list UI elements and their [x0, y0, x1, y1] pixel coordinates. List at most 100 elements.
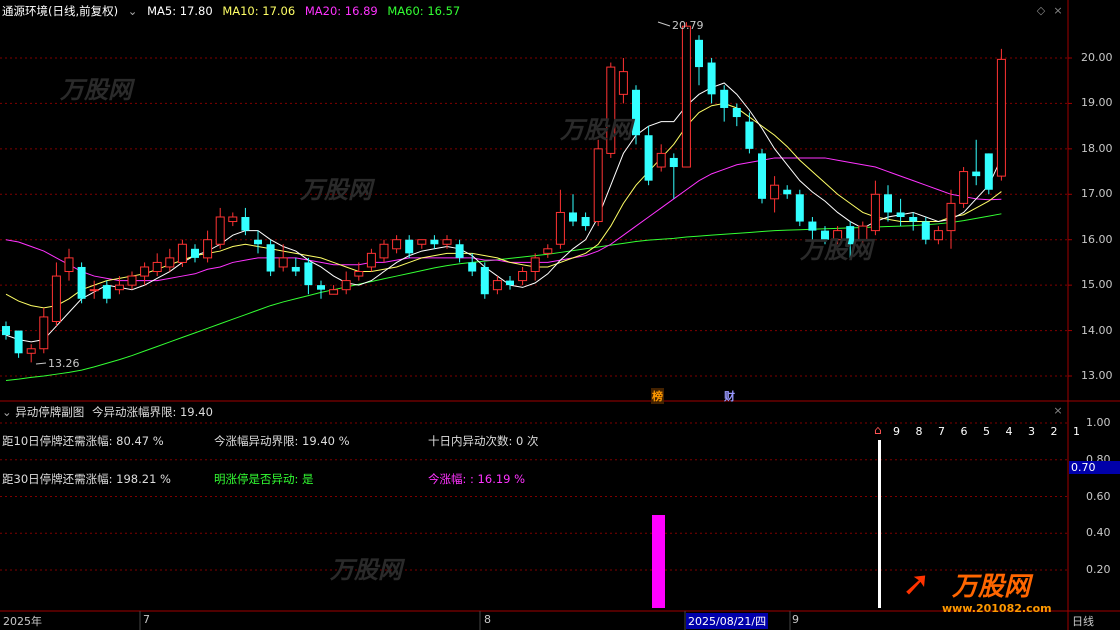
candle-body: [644, 135, 653, 181]
watermark: 万股网: [560, 116, 632, 144]
abnormal-bar: [652, 515, 665, 608]
price-axis-label: 16.00: [1081, 232, 1113, 246]
arrow-icon: ➚: [902, 564, 931, 604]
candle-body: [909, 217, 918, 222]
candle-body: [870, 193, 880, 232]
candle-body: [2, 326, 10, 336]
ma10-line: [5, 102, 1002, 309]
candle-body: [379, 243, 389, 259]
tomorrow-limit-abnormal: 明涨停是否异动: 是: [214, 472, 314, 486]
candle-body: [203, 239, 213, 259]
candle-body: [506, 280, 514, 286]
kline-chart-canvas[interactable]: [0, 0, 1120, 630]
candle-body: [254, 239, 262, 245]
watermark: 万股网: [330, 556, 402, 584]
sub-panel-title: 异动停牌副图: [15, 405, 85, 419]
need-rise-30: 距30日停牌还需涨幅: 198.21 %: [2, 472, 171, 486]
dropdown-icon[interactable]: ⌄: [128, 4, 138, 18]
sub-panel-header: ⌄ 异动停牌副图 今异动涨幅界限: 19.40: [2, 404, 213, 420]
candle-body: [228, 216, 238, 223]
watermark: 万股网: [60, 76, 132, 104]
candle-body: [455, 244, 464, 258]
date-month-9: 9: [792, 613, 799, 626]
candle-body: [656, 152, 666, 168]
collapse-icon[interactable]: ⌄: [2, 405, 12, 419]
candle-body: [795, 194, 804, 222]
need-rise-10: 距10日停牌还需涨幅: 80.47 %: [2, 434, 164, 448]
candle-body: [921, 221, 930, 240]
candle-body: [468, 262, 477, 272]
candle-body: [102, 285, 111, 299]
candle-body: [417, 239, 427, 245]
price-axis-label: 17.00: [1081, 187, 1113, 201]
candle-body: [39, 316, 49, 350]
candle-body: [291, 266, 300, 272]
brand-name: 万股网: [952, 572, 1031, 602]
ma20-label: MA20: 16.89: [304, 4, 378, 18]
candle-body: [14, 330, 23, 354]
low-leader: [35, 362, 47, 365]
candle-body: [695, 39, 703, 68]
limit-text: 今异动涨幅界限: 19.40: [91, 405, 213, 419]
price-axis-label: 19.00: [1081, 96, 1113, 110]
ma5-line: [5, 82, 1002, 343]
price-axis-label: 15.00: [1081, 278, 1113, 292]
date-year: 2025年: [3, 615, 42, 628]
cai-marker[interactable]: 财: [724, 388, 735, 404]
sub-axis-label: 0.20: [1086, 563, 1111, 576]
candle-body: [732, 107, 741, 118]
candle-body: [152, 261, 162, 273]
candle-body: [241, 217, 250, 231]
abnormal-count: 十日内异动次数: 0 次: [428, 434, 539, 448]
candle-body: [266, 244, 275, 272]
candle-body: [480, 266, 489, 295]
candle-body: [959, 171, 969, 204]
candle-body: [720, 89, 729, 108]
candle-body: [669, 157, 678, 168]
low-annotation: 13.26: [48, 357, 80, 370]
stock-title: 通源环境(日线,前复权): [2, 4, 119, 18]
candle-body: [758, 153, 766, 199]
high-annotation: 20.79: [672, 19, 704, 32]
watermark: 万股网: [300, 176, 372, 204]
candle-body: [543, 248, 553, 254]
candle-body: [77, 266, 86, 299]
candle-body: [681, 25, 691, 168]
ma10-label: MA10: 17.06: [222, 4, 296, 18]
candle-body: [329, 289, 339, 295]
day-countdown: 9 8 7 6 5 4 3 2 1: [893, 425, 1086, 438]
candle-body: [618, 71, 628, 95]
candle-body: [896, 212, 905, 217]
candle-body: [354, 271, 364, 277]
close-icon[interactable]: ×: [1052, 5, 1064, 17]
candle-body: [405, 239, 414, 254]
brand-url: www.201082.com: [942, 602, 1052, 615]
candle-body: [518, 271, 528, 282]
sub-axis-label: 0.60: [1086, 489, 1111, 503]
candle-body: [984, 153, 993, 190]
sub-axis-highlight: 0.70: [1069, 461, 1120, 474]
abnormal-limit: 今涨幅异动界限: 19.40 %: [214, 434, 350, 448]
candle-body: [783, 189, 792, 195]
price-axis-label: 13.00: [1081, 369, 1113, 382]
candle-body: [114, 284, 124, 291]
period-label[interactable]: 日线: [1072, 613, 1094, 629]
candle-body: [555, 211, 565, 245]
close-icon[interactable]: ×: [1052, 405, 1064, 417]
candle-body: [51, 275, 61, 322]
candle-body: [745, 121, 754, 149]
diamond-icon[interactable]: ◇: [1035, 5, 1047, 17]
candle-body: [392, 239, 402, 250]
candle-body: [140, 266, 150, 277]
candle-body: [593, 148, 603, 223]
candle-body: [127, 275, 137, 286]
candle-body: [996, 58, 1006, 177]
sub-axis-label: 0.40: [1086, 526, 1111, 540]
candle-body: [770, 184, 780, 200]
today-rise: 今涨幅: : 16.19 %: [428, 472, 526, 486]
date-month-8: 8: [484, 613, 491, 626]
price-axis-label: 20.00: [1081, 51, 1113, 64]
bang-marker[interactable]: 榜: [651, 388, 664, 404]
candle-body: [972, 171, 981, 177]
candle-body: [366, 252, 376, 268]
